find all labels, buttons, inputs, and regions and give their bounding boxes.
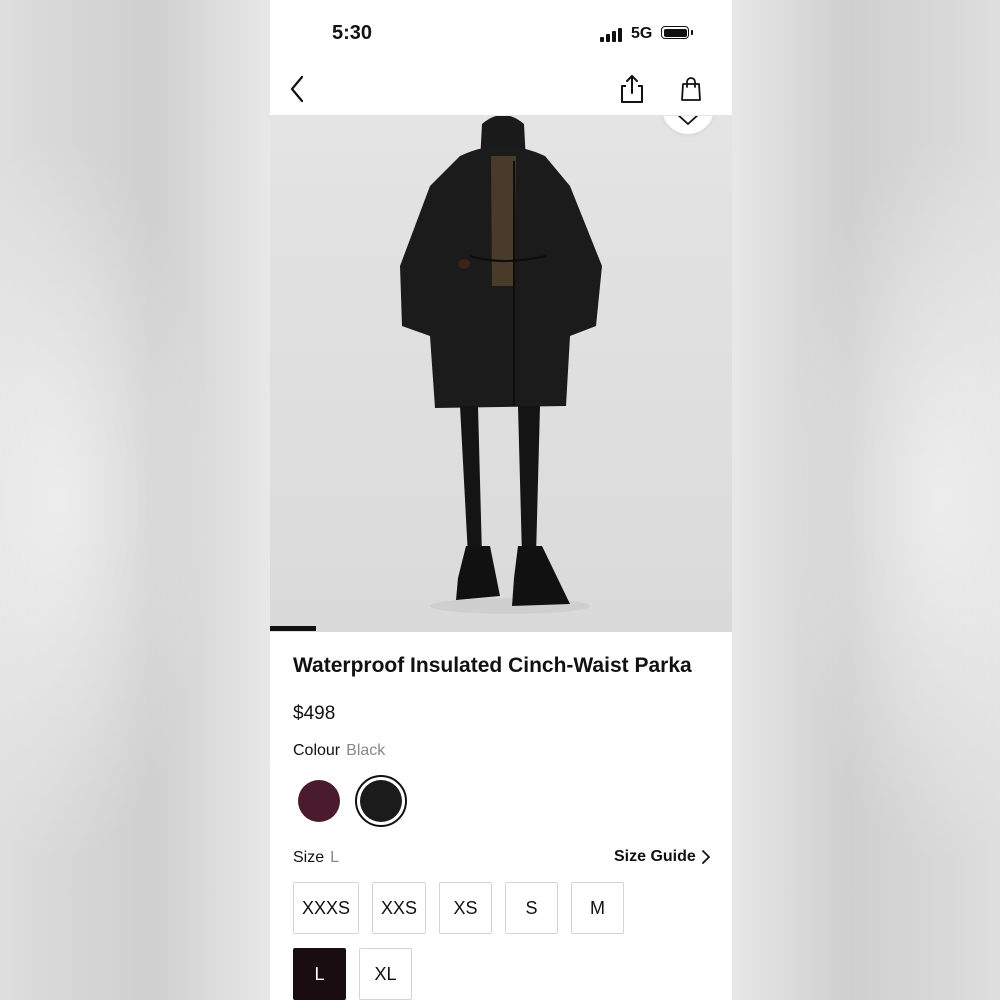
battery-icon: [661, 26, 689, 39]
status-bar: 5:30 5G: [270, 0, 732, 62]
battery-tip: [691, 30, 693, 35]
size-button-s[interactable]: S: [505, 882, 558, 934]
swatch-plum[interactable]: [298, 780, 340, 822]
chevron-right-icon: [701, 850, 710, 864]
colour-label: Colour: [293, 742, 341, 759]
product-photo: [270, 116, 732, 632]
share-icon: [621, 75, 643, 103]
size-label: Size: [293, 849, 325, 866]
size-button-xxs[interactable]: XXS: [372, 882, 426, 934]
product-price: $498: [293, 703, 336, 724]
size-button-m[interactable]: M: [571, 882, 624, 934]
size-guide-label: Size Guide: [614, 848, 696, 865]
heart-icon: [677, 116, 699, 125]
size-guide-link[interactable]: Size Guide: [614, 848, 710, 866]
size-button-xs[interactable]: XS: [439, 882, 492, 934]
status-time: 5:30: [332, 22, 373, 44]
carousel-indicator: [270, 626, 732, 631]
product-image[interactable]: [270, 116, 732, 632]
carousel-active-indicator: [270, 626, 316, 631]
share-button[interactable]: [615, 70, 649, 108]
size-row: Size L: [293, 849, 339, 867]
signal-icon: [600, 28, 622, 42]
colour-value: Black: [346, 742, 386, 759]
swatch-black[interactable]: [355, 775, 407, 827]
size-button-l[interactable]: L: [293, 948, 346, 1000]
size-button-xl[interactable]: XL: [359, 948, 412, 1000]
size-button-xxxs[interactable]: XXXS: [293, 882, 359, 934]
product-title: Waterproof Insulated Cinch-Waist Parka: [293, 654, 692, 677]
chevron-left-icon: [290, 75, 304, 103]
colour-row: Colour Black: [293, 742, 385, 760]
shopping-bag-icon: [681, 77, 701, 101]
back-button[interactable]: [280, 70, 314, 108]
network-label: 5G: [631, 25, 653, 42]
size-value: L: [330, 849, 340, 866]
nav-bar: [270, 62, 732, 116]
bag-button[interactable]: [674, 70, 708, 108]
phone-screen: 5:30 5G Waterproof Insulated Cinch-Waist…: [270, 0, 732, 1000]
